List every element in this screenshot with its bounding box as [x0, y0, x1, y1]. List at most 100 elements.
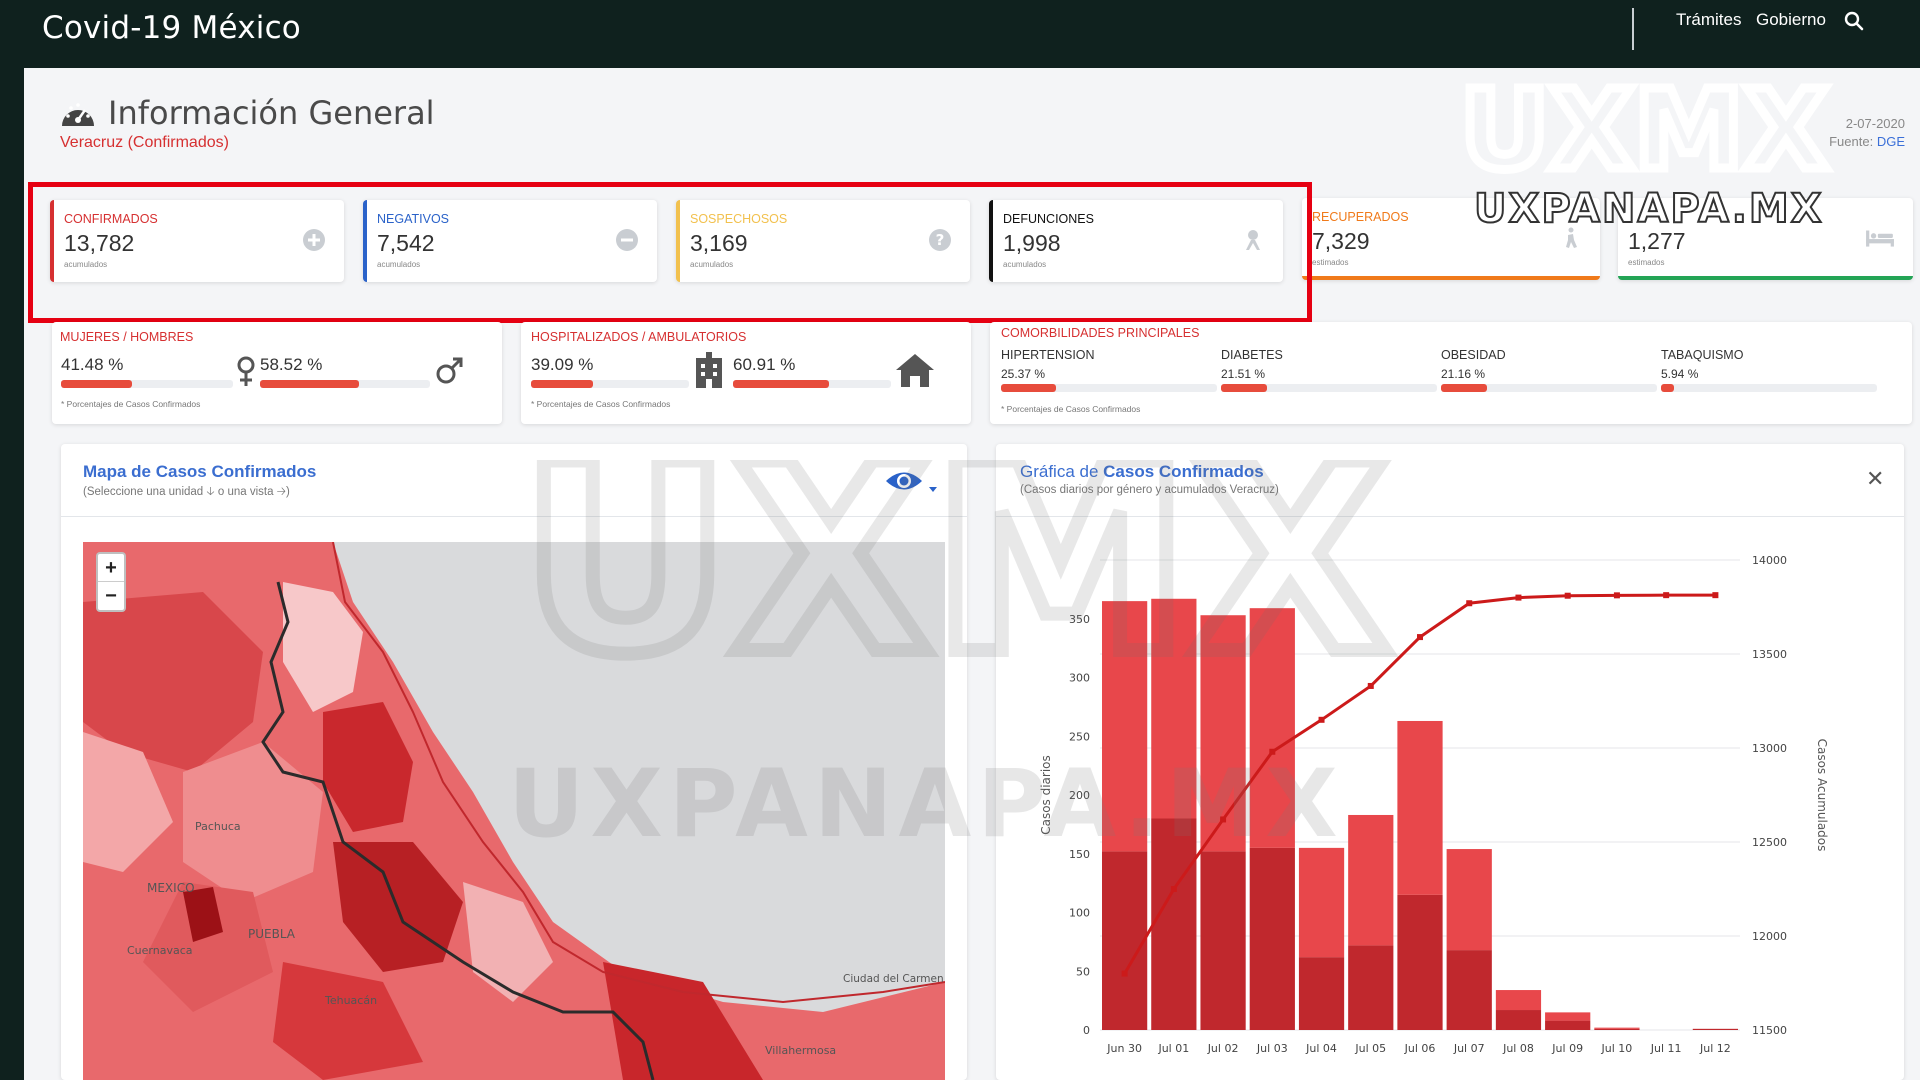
watermark-center-text: UXPANAPA.MX: [508, 750, 1344, 859]
map-label-puebla: PUEBLA: [248, 927, 296, 941]
comorbidity-bar-tabaquismo: [1661, 384, 1877, 392]
map-zoom-control: + −: [96, 552, 126, 612]
x-tick-label: Jul 10: [1601, 1042, 1633, 1055]
dashboard-gauge-icon: [62, 103, 94, 126]
comorbidity-pct-hipertension: 25.37 %: [1001, 367, 1046, 381]
x-tick-label: Jul 09: [1551, 1042, 1583, 1055]
watermark-center-logo-text: UXMX: [520, 460, 1391, 712]
stat-value: 7,329: [1312, 228, 1370, 254]
nav-gobierno-link[interactable]: Gobierno: [1756, 10, 1826, 30]
gender-title: MUJERES / HOMBRES: [60, 330, 194, 344]
bar-segment-base: [1446, 950, 1492, 1030]
x-tick-label: Jul 12: [1699, 1042, 1731, 1055]
x-tick-label: Jul 04: [1305, 1042, 1337, 1055]
x-tick-label: Jul 07: [1453, 1042, 1485, 1055]
comorbidity-label-hipertension: HIPERTENSION: [1001, 348, 1095, 362]
comorbidity-bar-hipertension: [1001, 384, 1217, 392]
nav-tramites-link[interactable]: Trámites: [1676, 10, 1742, 30]
comorbidity-pct-diabetes: 21.51 %: [1221, 367, 1266, 381]
y-right-tick-label: 12500: [1752, 836, 1787, 849]
x-tick-label: Jun 30: [1106, 1042, 1142, 1055]
stat-sublabel: estimados: [1628, 258, 1665, 267]
bar-segment-base: [1102, 851, 1148, 1030]
bar-segment-base: [1298, 957, 1345, 1030]
bar-segment-base: [1594, 1028, 1640, 1030]
home-icon: [896, 354, 934, 387]
page-subtitle: Veracruz (Confirmados): [60, 134, 229, 151]
bar-segment-base: [1397, 894, 1443, 1030]
y-right-tick-label: 14000: [1752, 554, 1787, 567]
stat-value: 1,277: [1628, 228, 1686, 254]
map-panel-subtitle: (Seleccione una unidad 🡣 o una vista 🡢): [83, 486, 290, 498]
update-date: 2-07-2020: [1845, 116, 1905, 131]
map-panel-title: Mapa de Casos Confirmados: [83, 462, 317, 481]
watermark-center-logo: UXMX: [520, 460, 1398, 719]
hospital-building-icon: [696, 352, 722, 388]
stat-label: RECUPERADOS: [1312, 210, 1409, 224]
comorbidity-bar-fill: [1001, 384, 1056, 392]
bar-segment-base: [1348, 945, 1394, 1030]
women-pct: 41.48 %: [61, 355, 124, 374]
stat-sublabel: estimados: [1312, 258, 1349, 267]
comorbidity-bar-obesidad: [1441, 384, 1657, 392]
bar-segment-top: [1495, 990, 1542, 1011]
bar-segment-top: [1545, 1012, 1591, 1021]
men-bar: [260, 380, 430, 388]
bar-segment-base: [1692, 1028, 1738, 1030]
y-tick-label: 100: [1069, 907, 1090, 920]
cumulative-point: [1170, 886, 1177, 892]
watermark-site-text: UXPANAPA.MX: [1473, 185, 1824, 233]
comorbidity-bar-fill: [1441, 384, 1487, 392]
hospitalized-bar: [531, 380, 689, 388]
hospitalized-pct: 39.09 %: [531, 355, 594, 374]
comorbidity-pct-obesidad: 21.16 %: [1441, 367, 1486, 381]
map-label-ciudad-del-carmen: Ciudad del Carmen: [843, 973, 944, 985]
search-icon[interactable]: [1843, 10, 1865, 32]
bar-segment-base: [1495, 1010, 1542, 1030]
x-tick-label: Jul 03: [1256, 1042, 1288, 1055]
top-navbar: Covid-19 México Trámites Gobierno: [0, 0, 1920, 68]
x-tick-label: Jul 01: [1157, 1042, 1189, 1055]
y-tick-label: 50: [1076, 965, 1090, 978]
source-link[interactable]: DGE: [1877, 134, 1905, 149]
cumulative-point: [1121, 970, 1128, 977]
men-bar-fill: [260, 380, 360, 388]
x-tick-label: Jul 08: [1502, 1042, 1534, 1055]
y-tick-label: 0: [1083, 1024, 1090, 1037]
hospital-note: * Porcentajes de Casos Confirmados: [531, 399, 671, 409]
map-label-villahermosa: Villahermosa: [765, 1044, 836, 1057]
cumulative-point: [1663, 592, 1670, 599]
gender-note: * Porcentajes de Casos Confirmados: [61, 399, 201, 409]
ambulatory-bar-fill: [733, 380, 830, 388]
women-bar: [61, 380, 233, 388]
bar-segment-top: [1594, 1027, 1640, 1029]
bar-segment-top: [1397, 720, 1443, 895]
left-rail: [0, 68, 24, 1080]
zoom-in-button[interactable]: +: [98, 554, 124, 582]
map-label-mexico: MEXICO: [147, 881, 195, 895]
y-right-tick-label: 11500: [1752, 1024, 1787, 1037]
bar-segment-top: [1348, 814, 1394, 946]
comorbidity-bar-fill: [1221, 384, 1268, 392]
comorbidity-bar-diabetes: [1221, 384, 1437, 392]
comorbidity-label-tabaquismo: TABAQUISMO: [1661, 348, 1744, 362]
y-right-tick-label: 13000: [1752, 742, 1787, 755]
bar-segment-base: [1545, 1020, 1591, 1030]
x-tick-label: Jul 11: [1650, 1042, 1682, 1055]
zoom-out-button[interactable]: −: [98, 582, 124, 610]
bar-segment-base: [1249, 847, 1295, 1030]
x-tick-label: Jul 06: [1404, 1042, 1436, 1055]
women-bar-fill: [61, 380, 133, 388]
x-tick-label: Jul 05: [1354, 1042, 1386, 1055]
x-tick-label: Jul 02: [1207, 1042, 1239, 1055]
bar-segment-top: [1446, 849, 1492, 951]
brand-title[interactable]: Covid-19 México: [42, 10, 301, 46]
hospital-title: HOSPITALIZADOS / AMBULATORIOS: [531, 330, 747, 344]
map-label-cuernavaca: Cuernavaca: [127, 944, 193, 957]
close-chart-button[interactable]: ✕: [1866, 466, 1884, 492]
comorbidity-label-diabetes: DIABETES: [1221, 348, 1283, 362]
male-icon: [436, 357, 463, 384]
watermark-logo-text: UXMX: [1460, 78, 1828, 194]
female-icon: [237, 356, 255, 386]
comorbidity-bar-fill: [1661, 384, 1674, 392]
